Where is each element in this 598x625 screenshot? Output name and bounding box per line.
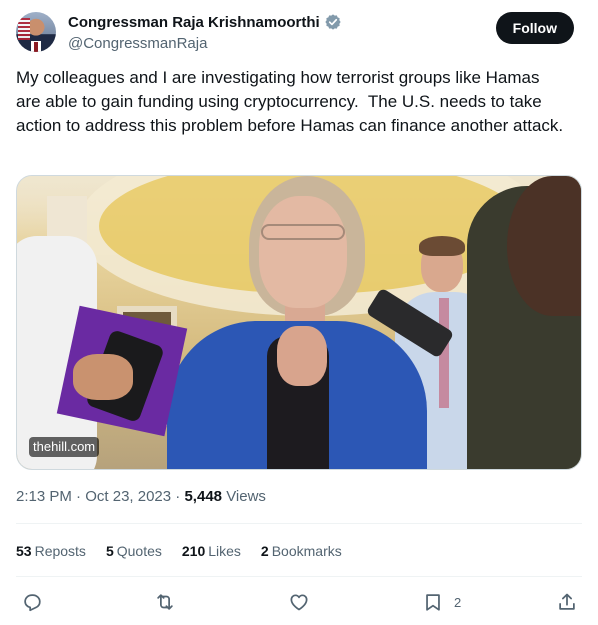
repost-button[interactable] — [154, 588, 176, 616]
display-name-row: Congressman Raja Krishnamoorthi — [68, 12, 342, 32]
flag-decoration — [18, 18, 30, 40]
likes-count: 210 — [181, 543, 206, 559]
divider — [16, 523, 582, 524]
engagement-stats: 53 Reposts 5 Quotes 210 Likes 2 Bookmarks — [16, 541, 362, 561]
avatar-tie — [34, 42, 38, 52]
photo-subject-glasses — [261, 224, 345, 240]
action-bar: 2 — [0, 588, 598, 616]
tweet-text: My colleagues and I are investigating ho… — [16, 68, 564, 135]
bookmarks-stat[interactable]: 2 Bookmarks — [261, 541, 342, 561]
share-icon — [559, 593, 575, 610]
avatar[interactable] — [16, 12, 56, 52]
tweet-time[interactable]: 2:13 PM — [16, 488, 72, 505]
photo-subject-hand — [277, 326, 327, 386]
quotes-label: Quotes — [116, 543, 162, 559]
divider — [16, 576, 582, 577]
share-button[interactable] — [556, 588, 578, 616]
views-count: 5,448 — [184, 488, 223, 505]
bookmarks-count: 2 — [260, 543, 269, 559]
quotes-count: 5 — [105, 543, 114, 559]
likes-stat[interactable]: 210 Likes — [182, 541, 241, 561]
follow-button[interactable]: Follow — [495, 12, 574, 44]
author-handle[interactable]: @CongressmanRaja — [68, 34, 342, 54]
photo-subject-face — [259, 196, 347, 308]
reposts-stat[interactable]: 53 Reposts — [16, 541, 86, 561]
tweet-header: Congressman Raja Krishnamoorthi @Congres… — [16, 12, 574, 54]
reposts-label: Reposts — [34, 543, 86, 559]
likes-label: Likes — [208, 543, 241, 559]
author-names: Congressman Raja Krishnamoorthi @Congres… — [68, 12, 342, 54]
photo-hand-left — [73, 354, 133, 400]
reply-button[interactable] — [21, 588, 43, 616]
reply-icon — [24, 594, 41, 612]
meta-separator: · — [71, 488, 86, 505]
meta-separator: · — [171, 488, 185, 505]
reposts-count: 53 — [16, 543, 32, 559]
quotes-stat[interactable]: 5 Quotes — [106, 541, 162, 561]
bookmark-icon — [426, 594, 440, 611]
tweet-date[interactable]: Oct 23, 2023 — [85, 488, 171, 505]
views-label: Views — [226, 488, 266, 505]
author-display-name[interactable]: Congressman Raja Krishnamoorthi — [68, 14, 320, 31]
bookmark-count: 2 — [454, 594, 462, 610]
heart-icon — [290, 594, 308, 611]
repost-icon — [157, 594, 173, 610]
tweet-media-image[interactable]: thehill.com — [16, 175, 582, 470]
like-button[interactable] — [288, 588, 310, 616]
bookmarks-label: Bookmarks — [271, 543, 342, 559]
media-source-badge: thehill.com — [29, 437, 100, 457]
verified-badge-icon[interactable] — [324, 13, 342, 31]
tweet-meta: 2:13 PM · Oct 23, 2023 · 5,448 Views — [16, 487, 266, 507]
bookmark-button[interactable]: 2 — [422, 588, 461, 616]
